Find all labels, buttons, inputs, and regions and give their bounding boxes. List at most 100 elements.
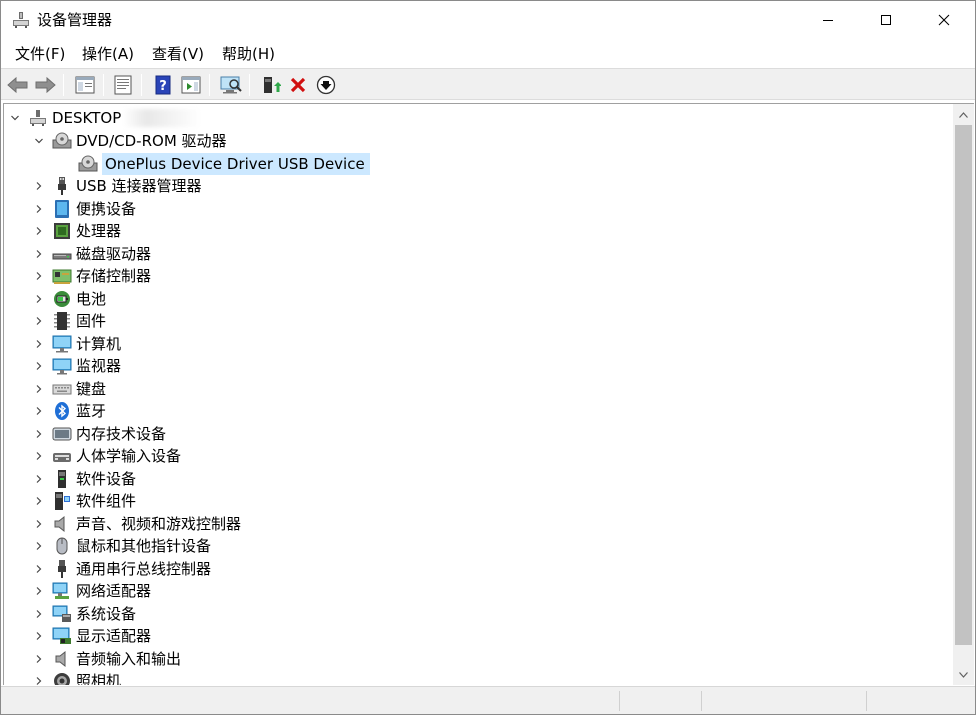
forward-button[interactable]	[33, 73, 57, 97]
scroll-up-button[interactable]	[953, 106, 974, 123]
vertical-scrollbar[interactable]	[953, 103, 974, 685]
minimize-button[interactable]	[799, 1, 857, 39]
tree-category[interactable]: 软件组件	[32, 490, 136, 512]
tree-category[interactable]: 显示适配器	[32, 625, 151, 647]
memory-device-icon	[52, 424, 72, 444]
bluetooth-icon	[52, 401, 72, 421]
collapse-chevron-icon[interactable]	[8, 107, 22, 129]
expand-chevron-icon[interactable]	[32, 445, 46, 467]
tree-category[interactable]: 音频输入和输出	[32, 648, 181, 670]
redacted-computer-name	[123, 109, 202, 127]
expand-chevron-icon[interactable]	[32, 670, 46, 685]
tree-category[interactable]: 键盘	[32, 378, 106, 400]
expand-chevron-icon[interactable]	[32, 535, 46, 557]
properties-button[interactable]	[111, 73, 135, 97]
tree-category[interactable]: 照相机	[32, 670, 121, 685]
disable-device-button[interactable]	[314, 73, 338, 97]
expand-chevron-icon[interactable]	[32, 220, 46, 242]
expand-chevron-icon[interactable]	[32, 625, 46, 647]
usb-controller-icon	[52, 559, 72, 579]
expand-chevron-icon[interactable]	[32, 468, 46, 490]
tree-category[interactable]: 人体学输入设备	[32, 445, 181, 467]
tree-category[interactable]: 存储控制器	[32, 265, 151, 287]
expand-chevron-icon[interactable]	[32, 175, 46, 197]
tree-category[interactable]: 蓝牙	[32, 400, 106, 422]
scan-hardware-button[interactable]	[219, 73, 243, 97]
category-label: 软件设备	[76, 469, 137, 488]
expand-chevron-icon[interactable]	[32, 265, 46, 287]
tree-category[interactable]: 便携设备	[32, 198, 136, 220]
window-title: 设备管理器	[37, 11, 113, 29]
category-label: 人体学输入设备	[76, 447, 182, 465]
category-label: 鼠标和其他指针设备	[76, 537, 212, 555]
status-separator	[866, 691, 867, 711]
root-label: DESKTOP	[52, 109, 122, 127]
scroll-thumb[interactable]	[955, 125, 972, 645]
tree-category[interactable]: 软件设备	[32, 468, 136, 490]
expand-chevron-icon[interactable]	[32, 603, 46, 625]
back-button[interactable]	[6, 73, 30, 97]
category-label: 磁盘驱动器	[76, 244, 152, 263]
expand-chevron-icon[interactable]	[32, 355, 46, 377]
tree-category[interactable]: 电池	[32, 288, 106, 310]
device-tree-panel[interactable]: DESKTOP DVD/CD-ROM 驱动器 OnePlus Device Dr…	[3, 103, 953, 685]
expand-chevron-icon[interactable]	[32, 243, 46, 265]
scroll-up-icon	[959, 111, 968, 118]
expand-chevron-icon[interactable]	[32, 580, 46, 602]
tree-category[interactable]: 计算机	[32, 333, 121, 355]
tree-root[interactable]: DESKTOP	[8, 107, 202, 129]
menu-file[interactable]: 文件(F)	[14, 44, 66, 64]
tree-category[interactable]: 网络适配器	[32, 580, 151, 602]
software-component-icon	[52, 491, 72, 511]
menu-action[interactable]: 操作(A)	[81, 44, 135, 64]
category-label: 照相机	[76, 672, 122, 685]
tree-category[interactable]: 声音、视频和游戏控制器	[32, 513, 241, 535]
tree-category[interactable]: USB 连接器管理器	[32, 175, 202, 197]
expand-chevron-icon[interactable]	[32, 378, 46, 400]
update-driver-icon	[264, 77, 281, 93]
tree-device-oneplus[interactable]: OnePlus Device Driver USB Device	[58, 153, 370, 175]
menu-help[interactable]: 帮助(H)	[221, 44, 276, 64]
tree-category[interactable]: 监视器	[32, 355, 121, 377]
tree-category[interactable]: 系统设备	[32, 603, 136, 625]
uninstall-device-button[interactable]	[286, 73, 310, 97]
close-button[interactable]	[915, 1, 973, 39]
expand-chevron-icon[interactable]	[32, 198, 46, 220]
maximize-button[interactable]	[857, 1, 915, 39]
battery-icon	[52, 289, 72, 309]
expand-chevron-icon[interactable]	[32, 423, 46, 445]
close-icon	[938, 14, 950, 26]
expand-chevron-icon[interactable]	[32, 288, 46, 310]
tree-category[interactable]: 固件	[32, 310, 106, 332]
category-label: 音频输入和输出	[76, 649, 182, 668]
expand-chevron-icon[interactable]	[32, 648, 46, 670]
expand-chevron-icon[interactable]	[32, 400, 46, 422]
menu-view[interactable]: 查看(V)	[151, 44, 205, 64]
category-label: 通用串行总线控制器	[76, 559, 212, 578]
category-label: 蓝牙	[76, 402, 107, 420]
expand-chevron-icon[interactable]	[32, 310, 46, 332]
toolbar: ?	[1, 68, 975, 100]
tree-category[interactable]: 处理器	[32, 220, 121, 242]
tree-category[interactable]: 通用串行总线控制器	[32, 558, 211, 580]
category-label: 便携设备	[76, 199, 137, 218]
expand-chevron-icon[interactable]	[32, 490, 46, 512]
tree-category[interactable]: 磁盘驱动器	[32, 243, 151, 265]
show-hide-console-tree-button[interactable]	[73, 73, 97, 97]
tree-category[interactable]: 内存技术设备	[32, 423, 166, 445]
expand-chevron-icon[interactable]	[32, 513, 46, 535]
tree-category-dvd[interactable]: DVD/CD-ROM 驱动器	[32, 130, 227, 152]
update-driver-button[interactable]	[259, 73, 283, 97]
category-label: 软件组件	[76, 492, 137, 510]
scroll-down-button[interactable]	[953, 666, 974, 683]
category-label: 声音、视频和游戏控制器	[76, 514, 242, 533]
title-bar[interactable]: 设备管理器	[1, 1, 975, 39]
collapse-chevron-icon[interactable]	[32, 130, 46, 152]
help-button[interactable]: ?	[151, 73, 175, 97]
action-pane-button[interactable]	[179, 73, 203, 97]
camera-icon	[52, 671, 72, 685]
expand-chevron-icon[interactable]	[32, 558, 46, 580]
tree-category[interactable]: 鼠标和其他指针设备	[32, 535, 211, 557]
expand-chevron-icon[interactable]	[32, 333, 46, 355]
portable-device-icon	[52, 199, 72, 219]
